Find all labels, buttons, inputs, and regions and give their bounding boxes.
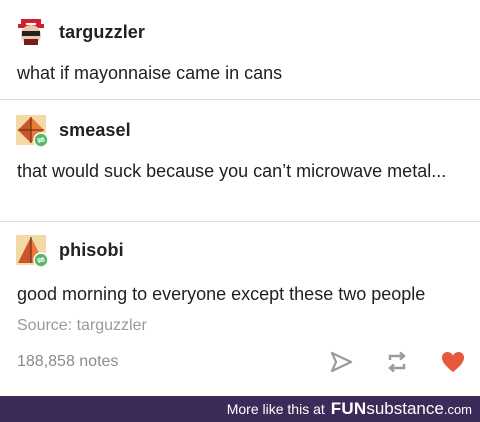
username[interactable]: targuzzler xyxy=(59,22,145,43)
avatar-smeasel[interactable] xyxy=(16,115,49,148)
fedora-avatar-icon xyxy=(16,17,46,47)
more-like-this-text: More like this at xyxy=(226,401,325,417)
avatar-targuzzler[interactable] xyxy=(16,17,46,47)
post-header-targuzzler: targuzzler xyxy=(16,17,145,47)
post-header-phisobi: phisobi xyxy=(16,235,124,268)
username[interactable]: smeasel xyxy=(59,120,131,141)
divider xyxy=(0,99,480,100)
geometric-avatar-icon xyxy=(16,235,49,268)
brand-fun: FUN xyxy=(330,399,367,418)
geometric-avatar-icon xyxy=(16,115,49,148)
avatar-phisobi[interactable] xyxy=(16,235,49,268)
source-link[interactable]: Source: targuzzler xyxy=(17,317,147,335)
post-header-smeasel: smeasel xyxy=(16,115,131,148)
brand-dot: .com xyxy=(443,402,472,417)
post-text: that would suck because you can’t microw… xyxy=(17,161,447,181)
watermark-footer[interactable]: More like this at FUN substance .com xyxy=(0,396,480,422)
site-logo: FUN substance .com xyxy=(331,399,472,419)
username[interactable]: phisobi xyxy=(59,240,124,261)
share-button[interactable] xyxy=(328,349,354,375)
reblog-button[interactable] xyxy=(384,349,410,375)
divider xyxy=(0,221,480,222)
paper-plane-icon xyxy=(330,351,353,373)
like-button[interactable] xyxy=(440,349,466,375)
reblog-icon xyxy=(388,351,406,373)
post-text: what if mayonnaise came in cans xyxy=(17,63,283,83)
heart-icon xyxy=(442,352,464,372)
tumblr-post: targuzzler what if mayonnaise came in ca… xyxy=(0,0,480,422)
notes-count[interactable]: 188,858 notes xyxy=(17,353,118,371)
brand-sub: substance xyxy=(366,399,444,418)
post-text: good morning to everyone except these tw… xyxy=(17,284,426,304)
